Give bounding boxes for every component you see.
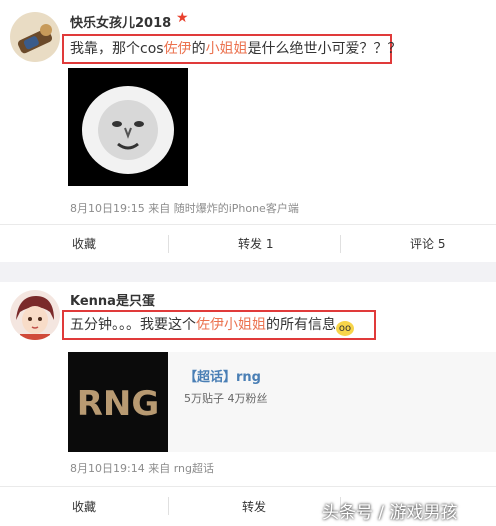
username[interactable]: Kenna是只蛋 [70, 290, 155, 309]
content-text: 五分钟。。。我要这个 [70, 317, 196, 333]
content-text: 的所有信息 [266, 317, 336, 333]
favorite-button[interactable]: 收藏 [72, 487, 96, 525]
repost-button[interactable]: 转发 [242, 487, 266, 525]
post-meta: 8月10日19:14 来自 rng超话 [70, 462, 214, 475]
avatar-image-icon [10, 290, 60, 340]
divider [168, 235, 169, 253]
supertopic-card[interactable]: RNG 【超话】rng 5万贴子 4万粉丝 [68, 352, 496, 452]
comment-button[interactable]: 评论 5 [410, 225, 445, 263]
username[interactable]: 快乐女孩儿2018 [70, 12, 171, 31]
content-text: 的 [191, 41, 206, 57]
post-content: 五分钟。。。我要这个佐伊小姐姐的所有信息 oo [62, 310, 376, 340]
divider [340, 235, 341, 253]
avatar-image-icon [10, 12, 60, 62]
divider [168, 497, 169, 515]
meme-image[interactable] [68, 68, 188, 186]
repost-button[interactable]: 转发 1 [238, 225, 273, 263]
favorite-button[interactable]: 收藏 [72, 225, 96, 263]
star-badge-icon: ★ [176, 10, 189, 26]
content-text: 是什么绝世小可爱？？？ [247, 41, 402, 57]
card-subtitle: 5万贴子 4万粉丝 [184, 392, 268, 405]
post-meta: 8月10日19:15 来自 随时爆炸的iPhone客户端 [70, 202, 299, 215]
content-highlight[interactable]: 佐伊 [164, 41, 192, 57]
panda-meme-icon [82, 86, 174, 174]
post-card: 快乐女孩儿2018 ★ 我靠，那个cos佐伊的小姐姐是什么绝世小可爱？？？ 8月… [0, 0, 496, 262]
avatar[interactable] [10, 290, 60, 340]
rng-logo-icon: RNG [77, 384, 160, 424]
card-title[interactable]: 【超话】rng [184, 366, 261, 385]
content-text: 我靠，那个cos [70, 41, 164, 57]
content-highlight[interactable]: 佐伊小姐姐 [196, 317, 266, 333]
rng-logo: RNG [68, 352, 168, 452]
watermark: 头条号 / 游戏男孩 [322, 503, 458, 523]
svg-text:RNG: RNG [77, 384, 160, 424]
action-bar: 收藏 转发 1 评论 5 [0, 224, 496, 262]
content-highlight[interactable]: 小姐姐 [206, 41, 248, 57]
avatar[interactable] [10, 12, 60, 62]
glasses-emoji-icon: oo [336, 321, 354, 336]
post-separator [0, 262, 496, 282]
post-content: 我靠，那个cos佐伊的小姐姐是什么绝世小可爱？？？ [62, 34, 402, 64]
